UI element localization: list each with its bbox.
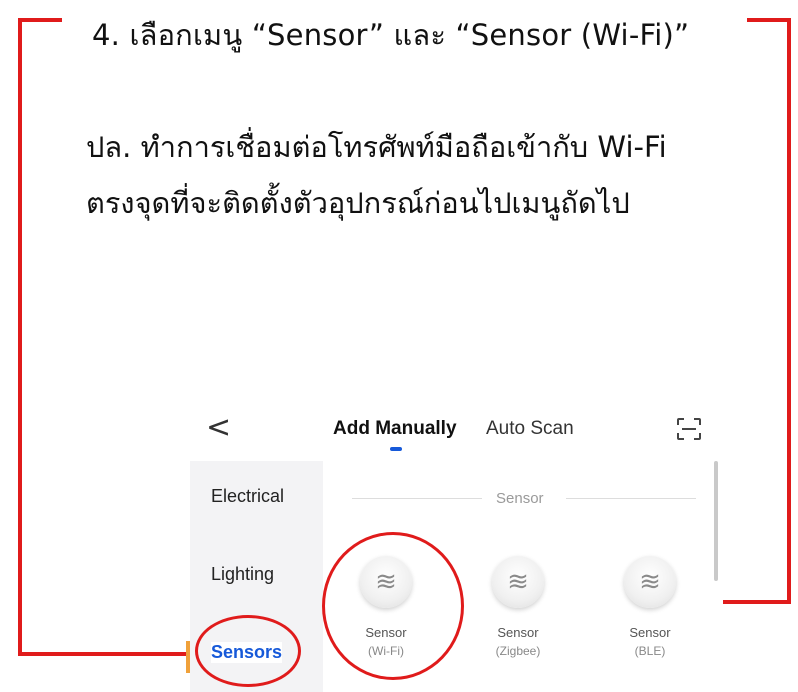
note-line-1: ปล. ทำการเชื่อมต่อโทรศัพท์มือถือเข้ากับ …	[86, 130, 667, 164]
sidebar-item-lighting[interactable]: Lighting	[211, 564, 274, 585]
sensor-ble-name: Sensor	[629, 625, 671, 640]
note-line-2: ตรงจุดที่จะติดตั้งตัวอุปกรณ์ก่อนไปเมนูถั…	[86, 186, 630, 220]
section-divider-left	[352, 498, 482, 499]
frame-bottom-left-segment	[18, 652, 186, 656]
sensor-wave-icon: ≋	[639, 567, 661, 597]
sidebar-active-indicator	[186, 641, 190, 673]
frame-right-vertical	[787, 18, 791, 604]
tab-add-manually[interactable]: Add Manually	[333, 418, 457, 440]
step-title: 4. เลือกเมนู “Sensor” และ “Sensor (Wi-Fi…	[92, 18, 690, 52]
sensor-zigbee-button[interactable]: ≋	[492, 556, 544, 608]
sensor-zigbee-sub: (Zigbee)	[495, 644, 541, 658]
sensor-ble-button[interactable]: ≋	[624, 556, 676, 608]
sensor-wave-icon: ≋	[507, 567, 529, 597]
frame-top-right-segment	[747, 18, 791, 22]
sensor-zigbee-name: Sensor	[497, 625, 539, 640]
section-title: Sensor	[496, 490, 544, 507]
back-chevron-icon[interactable]: <	[206, 410, 231, 445]
highlight-ellipse-wifi-sensor	[322, 532, 464, 680]
highlight-ellipse-sensors-menu	[195, 615, 301, 687]
active-tab-indicator	[390, 447, 402, 451]
scan-frame-icon[interactable]	[676, 417, 702, 441]
frame-left-vertical	[18, 18, 22, 656]
section-divider-right	[566, 498, 696, 499]
frame-top-left-segment	[18, 18, 62, 22]
sensor-ble-sub: (BLE)	[634, 644, 666, 658]
scrollbar[interactable]	[714, 461, 718, 581]
sidebar-item-electrical[interactable]: Electrical	[211, 486, 284, 507]
tab-auto-scan[interactable]: Auto Scan	[486, 418, 574, 440]
